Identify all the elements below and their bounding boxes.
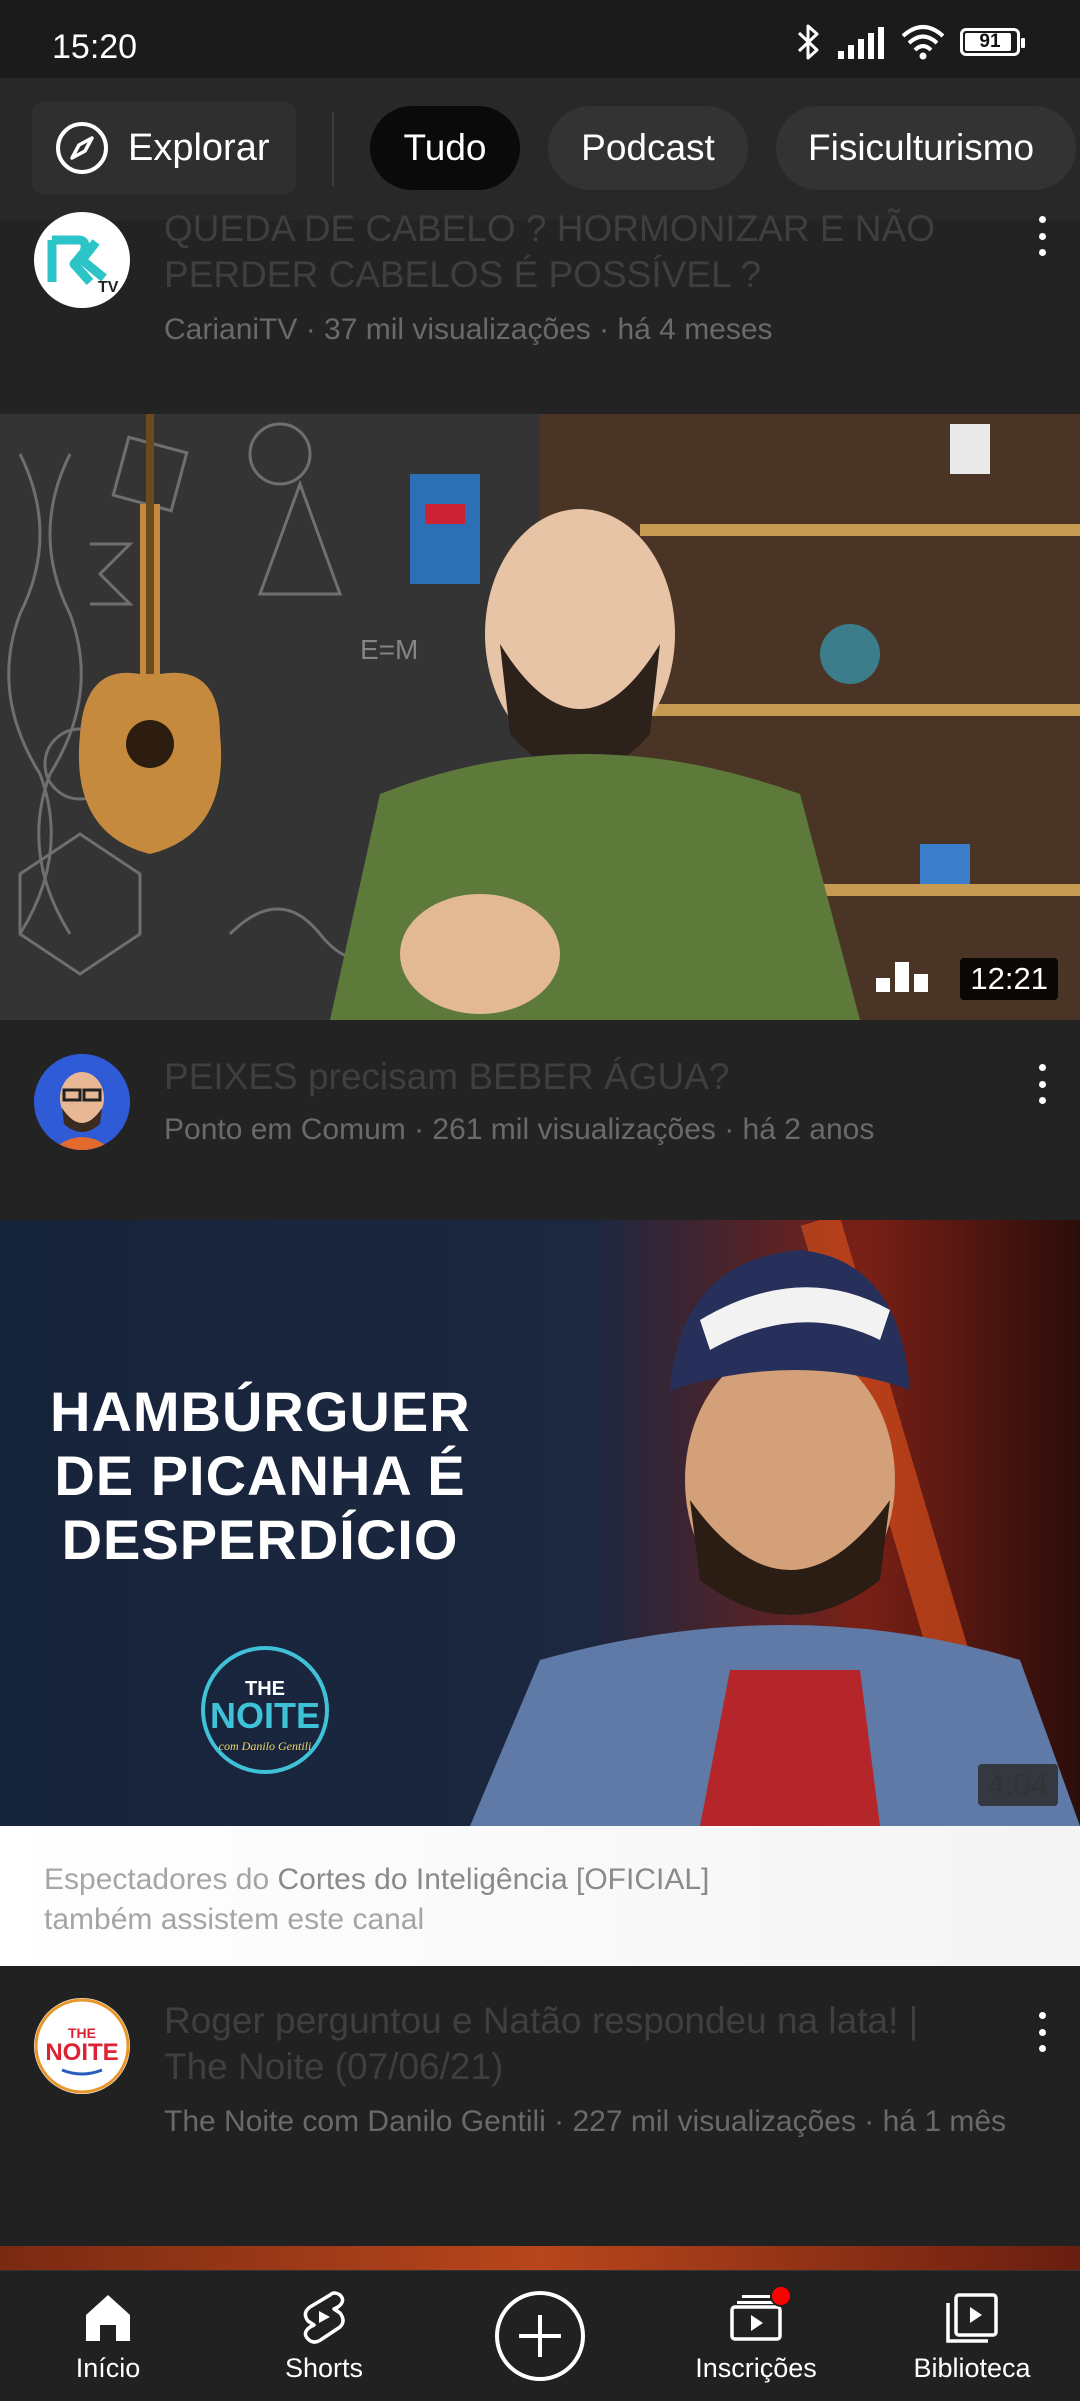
nav-shorts[interactable]: Shorts xyxy=(224,2271,424,2401)
nav-shorts-label: Shorts xyxy=(284,2353,364,2383)
explore-button[interactable]: Explorar xyxy=(32,102,296,194)
video-thumbnail[interactable]: THE NOITE com Danilo Gentili HAMBÚRGUER … xyxy=(0,1220,1080,1826)
shorts-icon xyxy=(303,2291,345,2344)
video-metadata: The Noite com Danilo Gentili · 227 mil v… xyxy=(164,2105,1007,2138)
bluetooth-icon xyxy=(797,24,819,60)
next-video-thumbnail[interactable] xyxy=(0,2246,1080,2270)
svg-text:com Danilo Gentili: com Danilo Gentili xyxy=(219,1739,312,1753)
wifi-icon xyxy=(901,25,945,60)
nav-subscriptions[interactable]: Inscrições xyxy=(656,2271,856,2401)
channel-avatar[interactable]: THE NOITE xyxy=(34,1998,130,2094)
notification-badge xyxy=(770,2285,792,2307)
more-options-icon[interactable] xyxy=(1032,2012,1052,2052)
more-options-icon[interactable] xyxy=(1032,1064,1052,1104)
bottom-navigation: Início Shorts Inscrições Biblioteca xyxy=(0,2270,1080,2401)
signal-icon xyxy=(838,27,884,59)
video-title[interactable]: QUEDA DE CABELO ? HORMONIZAR E NÃO PERDE… xyxy=(164,206,954,298)
nav-library[interactable]: Biblioteca xyxy=(872,2271,1072,2401)
status-icons: 91 xyxy=(796,22,1025,62)
cariani-logo: TV xyxy=(47,235,119,296)
video-metadata: CarianiTV · 37 mil visualizações · há 4 … xyxy=(164,313,773,346)
battery-icon: 91 xyxy=(960,28,1025,56)
nav-home-label: Início xyxy=(75,2353,141,2383)
video-title[interactable]: PEIXES precisam BEBER ÁGUA? xyxy=(164,1054,954,1100)
video-duration: 4:04 xyxy=(977,1764,1058,1806)
svg-text:NOITE: NOITE xyxy=(210,1695,320,1736)
chip-tudo[interactable]: Tudo xyxy=(370,106,520,190)
recommendation-text: Espectadores do Cortes do Inteligência [… xyxy=(44,1860,944,1940)
video-card-meta[interactable]: TV QUEDA DE CABELO ? HORMONIZAR E NÃO PE… xyxy=(0,208,1080,414)
svg-text:E=M: E=M xyxy=(360,634,418,665)
more-options-icon[interactable] xyxy=(1032,216,1052,256)
explore-label: Explorar xyxy=(128,126,270,169)
nav-home[interactable]: Início xyxy=(8,2271,208,2401)
chips-divider xyxy=(332,112,334,186)
nav-subscriptions-label: Inscrições xyxy=(695,2353,817,2383)
video-duration: 12:21 xyxy=(960,958,1058,1000)
video-card-meta[interactable]: PEIXES precisam BEBER ÁGUA? Ponto em Com… xyxy=(0,1020,1080,1220)
reco-suffix: também assistem este canal xyxy=(44,1903,425,1936)
chip-podcast[interactable]: Podcast xyxy=(548,106,748,190)
status-bar: 15:20 91 xyxy=(0,0,1080,78)
ponto-em-comum-avatar xyxy=(34,1054,130,1150)
channel-avatar[interactable]: TV xyxy=(34,212,130,308)
create-icon[interactable] xyxy=(495,2291,585,2381)
headline-line: DE PICANHA É xyxy=(54,1444,466,1507)
video-metadata: Ponto em Comum · 261 mil visualizações ·… xyxy=(164,1113,875,1146)
headline-line: HAMBÚRGUER xyxy=(50,1380,471,1443)
thumbnail-image: E=M xyxy=(0,414,1080,1020)
reco-channel-name[interactable]: Cortes do Inteligência [OFICIAL] xyxy=(277,1863,709,1896)
video-card-meta[interactable]: THE NOITE Roger perguntou e Natão respon… xyxy=(0,1966,1080,2246)
video-thumbnail[interactable]: E=M 12:21 xyxy=(0,414,1080,1020)
headline-line: DESPERDÍCIO xyxy=(61,1508,459,1571)
channel-avatar[interactable] xyxy=(34,1054,130,1150)
battery-level: 91 xyxy=(979,31,1001,52)
reco-prefix: Espectadores do xyxy=(44,1863,278,1896)
thumbnail-headline: HAMBÚRGUER DE PICANHA É DESPERDÍCIO xyxy=(50,1380,470,1572)
recommendation-banner: Espectadores do Cortes do Inteligência [… xyxy=(0,1826,1080,1966)
the-noite-avatar: THE NOITE xyxy=(34,1998,130,2094)
video-title[interactable]: Roger perguntou e Natão respondeu na lat… xyxy=(164,1998,954,2090)
library-icon xyxy=(946,2293,998,2343)
svg-text:TV: TV xyxy=(98,279,119,296)
compass-icon xyxy=(56,122,108,174)
nav-library-label: Biblioteca xyxy=(913,2353,1031,2383)
svg-text:NOITE: NOITE xyxy=(45,2039,118,2066)
filter-chips-bar: Explorar Tudo Podcast Fisiculturismo xyxy=(0,78,1080,220)
chip-fisiculturismo[interactable]: Fisiculturismo xyxy=(776,106,1076,190)
home-icon xyxy=(86,2295,130,2341)
stats-icon xyxy=(876,962,928,992)
status-time: 15:20 xyxy=(52,28,138,66)
